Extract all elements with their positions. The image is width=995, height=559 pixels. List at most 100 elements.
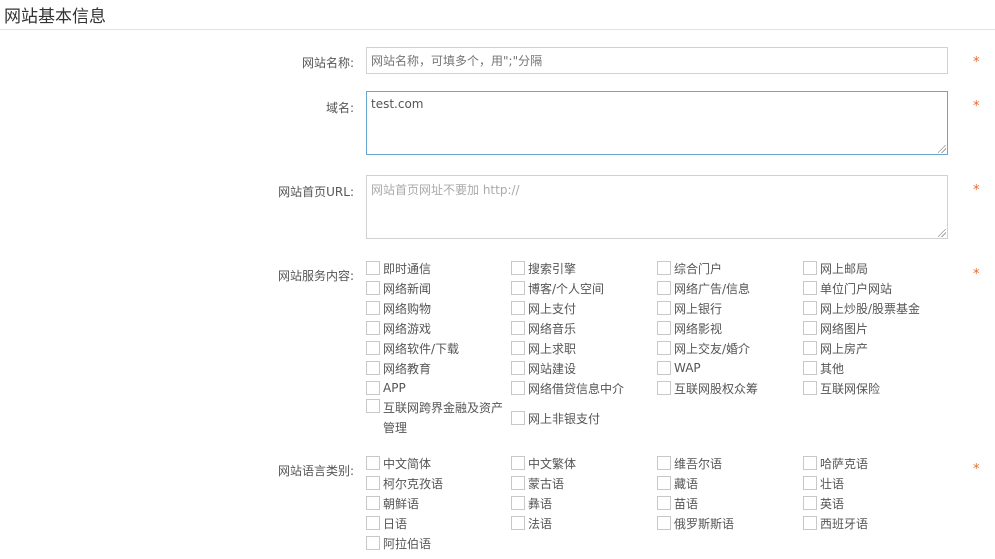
checkbox[interactable]	[366, 301, 380, 315]
language-option[interactable]: 阿拉伯语	[366, 534, 431, 552]
checkbox[interactable]	[366, 476, 380, 490]
service-option[interactable]: 综合门户	[657, 259, 722, 277]
service-option[interactable]: 网络借贷信息中介	[511, 379, 624, 397]
language-option[interactable]: 日语	[366, 514, 407, 532]
service-option[interactable]: 网上求职	[511, 339, 576, 357]
checkbox[interactable]	[366, 381, 380, 395]
language-option[interactable]: 维吾尔语	[657, 454, 722, 472]
checkbox[interactable]	[657, 456, 671, 470]
service-option[interactable]: 搜索引擎	[511, 259, 576, 277]
checkbox[interactable]	[511, 456, 525, 470]
checkbox[interactable]	[657, 381, 671, 395]
checkbox[interactable]	[366, 281, 380, 295]
service-option[interactable]: 互联网跨界金融及资产管理	[366, 398, 506, 438]
checkbox[interactable]	[511, 516, 525, 530]
service-option[interactable]: 网络游戏	[366, 319, 431, 337]
checkbox[interactable]	[803, 361, 817, 375]
service-option[interactable]: 网上交友/婚介	[657, 339, 750, 357]
checkbox[interactable]	[511, 341, 525, 355]
checkbox[interactable]	[803, 381, 817, 395]
language-option[interactable]: 中文繁体	[511, 454, 576, 472]
language-option[interactable]: 蒙古语	[511, 474, 564, 492]
site-name-input[interactable]	[366, 47, 948, 74]
service-option[interactable]: 网络教育	[366, 359, 431, 377]
checkbox[interactable]	[366, 261, 380, 275]
service-option[interactable]: 网上支付	[511, 299, 576, 317]
service-option[interactable]: 网络影视	[657, 319, 722, 337]
domain-textarea[interactable]: test.com	[366, 91, 948, 155]
checkbox[interactable]	[803, 456, 817, 470]
checkbox[interactable]	[657, 516, 671, 530]
checkbox[interactable]	[657, 301, 671, 315]
service-option[interactable]: 网上非银支付	[511, 409, 600, 427]
service-option[interactable]: APP	[366, 379, 406, 397]
checkbox[interactable]	[511, 361, 525, 375]
service-option[interactable]: 网络新闻	[366, 279, 431, 297]
checkbox[interactable]	[657, 321, 671, 335]
checkbox[interactable]	[511, 411, 525, 425]
language-option[interactable]: 俄罗斯斯语	[657, 514, 734, 532]
language-option[interactable]: 壮语	[803, 474, 844, 492]
checkbox[interactable]	[803, 321, 817, 335]
checkbox[interactable]	[366, 341, 380, 355]
checkbox[interactable]	[803, 301, 817, 315]
checkbox[interactable]	[511, 381, 525, 395]
checkbox[interactable]	[803, 476, 817, 490]
service-option[interactable]: 网络音乐	[511, 319, 576, 337]
resize-grip-icon[interactable]	[938, 229, 946, 237]
checkbox[interactable]	[366, 361, 380, 375]
language-option[interactable]: 苗语	[657, 494, 698, 512]
checkbox[interactable]	[511, 321, 525, 335]
service-option[interactable]: 其他	[803, 359, 844, 377]
checkbox[interactable]	[657, 281, 671, 295]
resize-grip-icon[interactable]	[938, 145, 946, 153]
language-option[interactable]: 英语	[803, 494, 844, 512]
service-option[interactable]: 博客/个人空间	[511, 279, 604, 297]
language-option[interactable]: 哈萨克语	[803, 454, 868, 472]
checkbox[interactable]	[657, 496, 671, 510]
checkbox[interactable]	[657, 361, 671, 375]
checkbox[interactable]	[803, 261, 817, 275]
service-option[interactable]: 单位门户网站	[803, 279, 892, 297]
service-option[interactable]: 网上房产	[803, 339, 868, 357]
language-option[interactable]: 彝语	[511, 494, 552, 512]
service-option[interactable]: 互联网股权众筹	[657, 379, 758, 397]
language-option[interactable]: 西班牙语	[803, 514, 868, 532]
service-option[interactable]: 网上炒股/股票基金	[803, 299, 920, 317]
language-option[interactable]: 藏语	[657, 474, 698, 492]
service-option[interactable]: 网络购物	[366, 299, 431, 317]
checkbox[interactable]	[803, 281, 817, 295]
service-option[interactable]: 网络软件/下载	[366, 339, 459, 357]
language-option[interactable]: 法语	[511, 514, 552, 532]
checkbox[interactable]	[657, 476, 671, 490]
language-option[interactable]: 朝鲜语	[366, 494, 419, 512]
checkbox[interactable]	[366, 399, 380, 413]
checkbox[interactable]	[366, 456, 380, 470]
checkbox[interactable]	[657, 341, 671, 355]
checkbox[interactable]	[511, 301, 525, 315]
checkbox[interactable]	[511, 281, 525, 295]
home-url-textarea[interactable]: 网站首页网址不要加 http://	[366, 175, 948, 239]
checkbox[interactable]	[803, 516, 817, 530]
service-option[interactable]: 网上银行	[657, 299, 722, 317]
checkbox[interactable]	[366, 496, 380, 510]
service-option[interactable]: 网络广告/信息	[657, 279, 750, 297]
checkbox[interactable]	[803, 496, 817, 510]
service-option[interactable]: 即时通信	[366, 259, 431, 277]
service-option[interactable]: 网上邮局	[803, 259, 868, 277]
service-option[interactable]: 网站建设	[511, 359, 576, 377]
checkbox[interactable]	[366, 516, 380, 530]
checkbox[interactable]	[657, 261, 671, 275]
service-option[interactable]: 网络图片	[803, 319, 868, 337]
language-option[interactable]: 柯尔克孜语	[366, 474, 443, 492]
checkbox[interactable]	[366, 536, 380, 550]
language-option-label: 阿拉伯语	[383, 536, 432, 551]
checkbox[interactable]	[511, 476, 525, 490]
language-option[interactable]: 中文简体	[366, 454, 431, 472]
service-option[interactable]: WAP	[657, 359, 701, 377]
checkbox[interactable]	[803, 341, 817, 355]
checkbox[interactable]	[366, 321, 380, 335]
service-option[interactable]: 互联网保险	[803, 379, 880, 397]
checkbox[interactable]	[511, 261, 525, 275]
checkbox[interactable]	[511, 496, 525, 510]
